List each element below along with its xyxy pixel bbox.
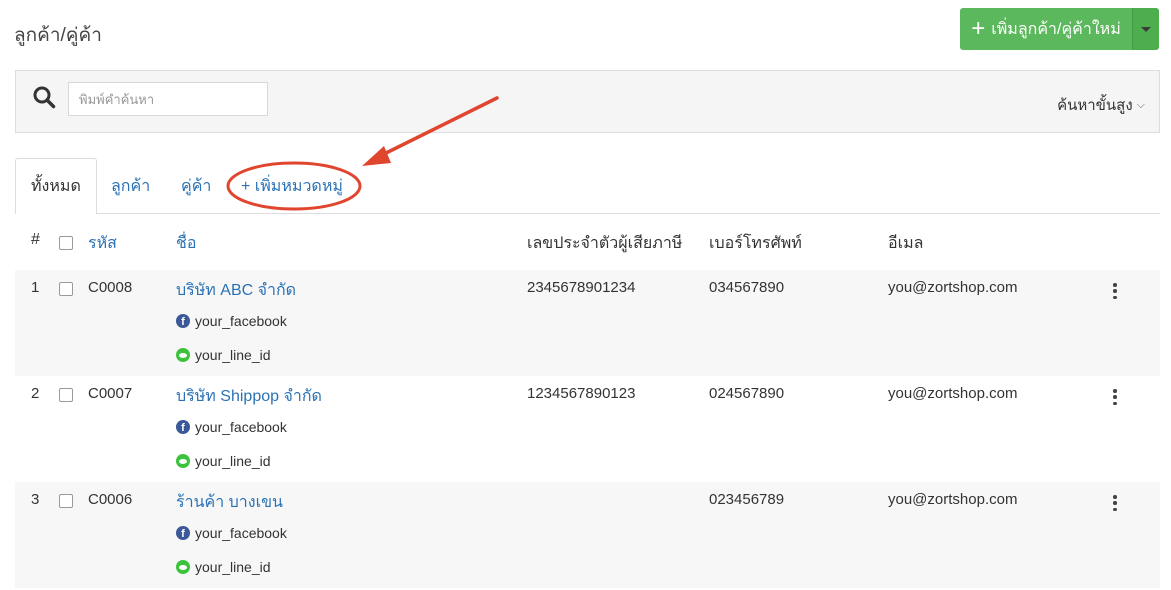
add-category-tab[interactable]: + เพิ่มหมวดหมู่ — [241, 158, 343, 214]
select-all-checkbox[interactable] — [59, 236, 73, 250]
row-index: 3 — [31, 491, 40, 508]
row-phone: 023456789 — [709, 491, 785, 508]
caret-down-icon — [1141, 26, 1151, 32]
add-customer-label: เพิ่มลูกค้า/คู่ค้าใหม่ — [991, 20, 1121, 38]
row-phone: 034567890 — [709, 279, 785, 296]
row-code: C0008 — [88, 279, 133, 296]
add-customer-button-group: + เพิ่มลูกค้า/คู่ค้าใหม่ — [960, 8, 1159, 50]
facebook-id: your_facebook — [195, 525, 287, 541]
column-header-tax-id: เลขประจำตัวผู้เสียภาษี — [527, 235, 683, 252]
table-row: 2 C0007 บริษัท Shippop จำกัด f your_face… — [15, 376, 1160, 482]
row-index: 1 — [31, 279, 40, 296]
column-header-phone: เบอร์โทรศัพท์ — [709, 235, 802, 252]
facebook-contact: f your_facebook — [176, 419, 287, 435]
column-header-code[interactable]: รหัส — [88, 231, 117, 256]
row-tax-id: 1234567890123 — [527, 385, 636, 402]
row-actions-kebab-icon[interactable] — [1109, 494, 1121, 512]
column-header-index: # — [31, 231, 40, 248]
line-contact: your_line_id — [176, 453, 271, 469]
row-email: you@zortshop.com — [888, 491, 1018, 508]
add-customer-button[interactable]: + เพิ่มลูกค้า/คู่ค้าใหม่ — [960, 8, 1132, 50]
table-row: 1 C0008 บริษัท ABC จำกัด f your_facebook… — [15, 270, 1160, 376]
customer-name-link[interactable]: ร้านค้า บางเขน — [176, 490, 283, 515]
row-checkbox[interactable] — [59, 494, 73, 508]
facebook-contact: f your_facebook — [176, 525, 287, 541]
row-phone: 024567890 — [709, 385, 785, 402]
facebook-id: your_facebook — [195, 419, 287, 435]
customer-table: # รหัส ชื่อ เลขประจำตัวผู้เสียภาษี เบอร์… — [15, 214, 1160, 588]
facebook-id: your_facebook — [195, 313, 287, 329]
facebook-icon: f — [176, 526, 190, 540]
line-id: your_line_id — [195, 453, 271, 469]
search-panel: ค้นหาขั้นสูง ⌵ — [15, 70, 1160, 133]
line-icon — [176, 560, 190, 574]
line-id: your_line_id — [195, 347, 271, 363]
line-icon — [176, 454, 190, 468]
add-customer-dropdown-toggle[interactable] — [1132, 8, 1159, 50]
tab-supplier[interactable]: คู่ค้า — [181, 158, 211, 214]
row-checkbox[interactable] — [59, 282, 73, 296]
plus-icon: + — [971, 15, 986, 42]
line-icon — [176, 348, 190, 362]
table-row: 3 C0006 ร้านค้า บางเขน f your_facebook y… — [15, 482, 1160, 588]
page-title: ลูกค้า/คู่ค้า — [14, 25, 102, 46]
row-actions-kebab-icon[interactable] — [1109, 388, 1121, 406]
category-tabs: ทั้งหมด ลูกค้า คู่ค้า + เพิ่มหมวดหมู่ — [15, 158, 1160, 215]
tab-customer[interactable]: ลูกค้า — [111, 158, 150, 214]
row-code: C0006 — [88, 491, 133, 508]
row-actions-kebab-icon[interactable] — [1109, 282, 1121, 300]
line-id: your_line_id — [195, 559, 271, 575]
table-header: # รหัส ชื่อ เลขประจำตัวผู้เสียภาษี เบอร์… — [15, 214, 1160, 270]
row-email: you@zortshop.com — [888, 279, 1018, 296]
search-icon — [33, 86, 56, 109]
row-tax-id: 2345678901234 — [527, 279, 636, 296]
chevron-down-icon: ⌵ — [1136, 98, 1145, 111]
advanced-search-toggle[interactable]: ค้นหาขั้นสูง ⌵ — [1057, 93, 1145, 117]
line-contact: your_line_id — [176, 559, 271, 575]
column-header-email: อีเมล — [888, 235, 924, 252]
row-index: 2 — [31, 385, 40, 402]
search-input[interactable] — [68, 82, 268, 116]
row-email: you@zortshop.com — [888, 385, 1018, 402]
customer-name-link[interactable]: บริษัท Shippop จำกัด — [176, 384, 322, 409]
row-code: C0007 — [88, 385, 133, 402]
facebook-contact: f your_facebook — [176, 313, 287, 329]
facebook-icon: f — [176, 314, 190, 328]
advanced-search-label: ค้นหาขั้นสูง — [1057, 97, 1133, 114]
line-contact: your_line_id — [176, 347, 271, 363]
row-checkbox[interactable] — [59, 388, 73, 402]
tab-all[interactable]: ทั้งหมด — [15, 158, 97, 215]
customer-name-link[interactable]: บริษัท ABC จำกัด — [176, 278, 296, 303]
facebook-icon: f — [176, 420, 190, 434]
column-header-name[interactable]: ชื่อ — [176, 231, 196, 256]
